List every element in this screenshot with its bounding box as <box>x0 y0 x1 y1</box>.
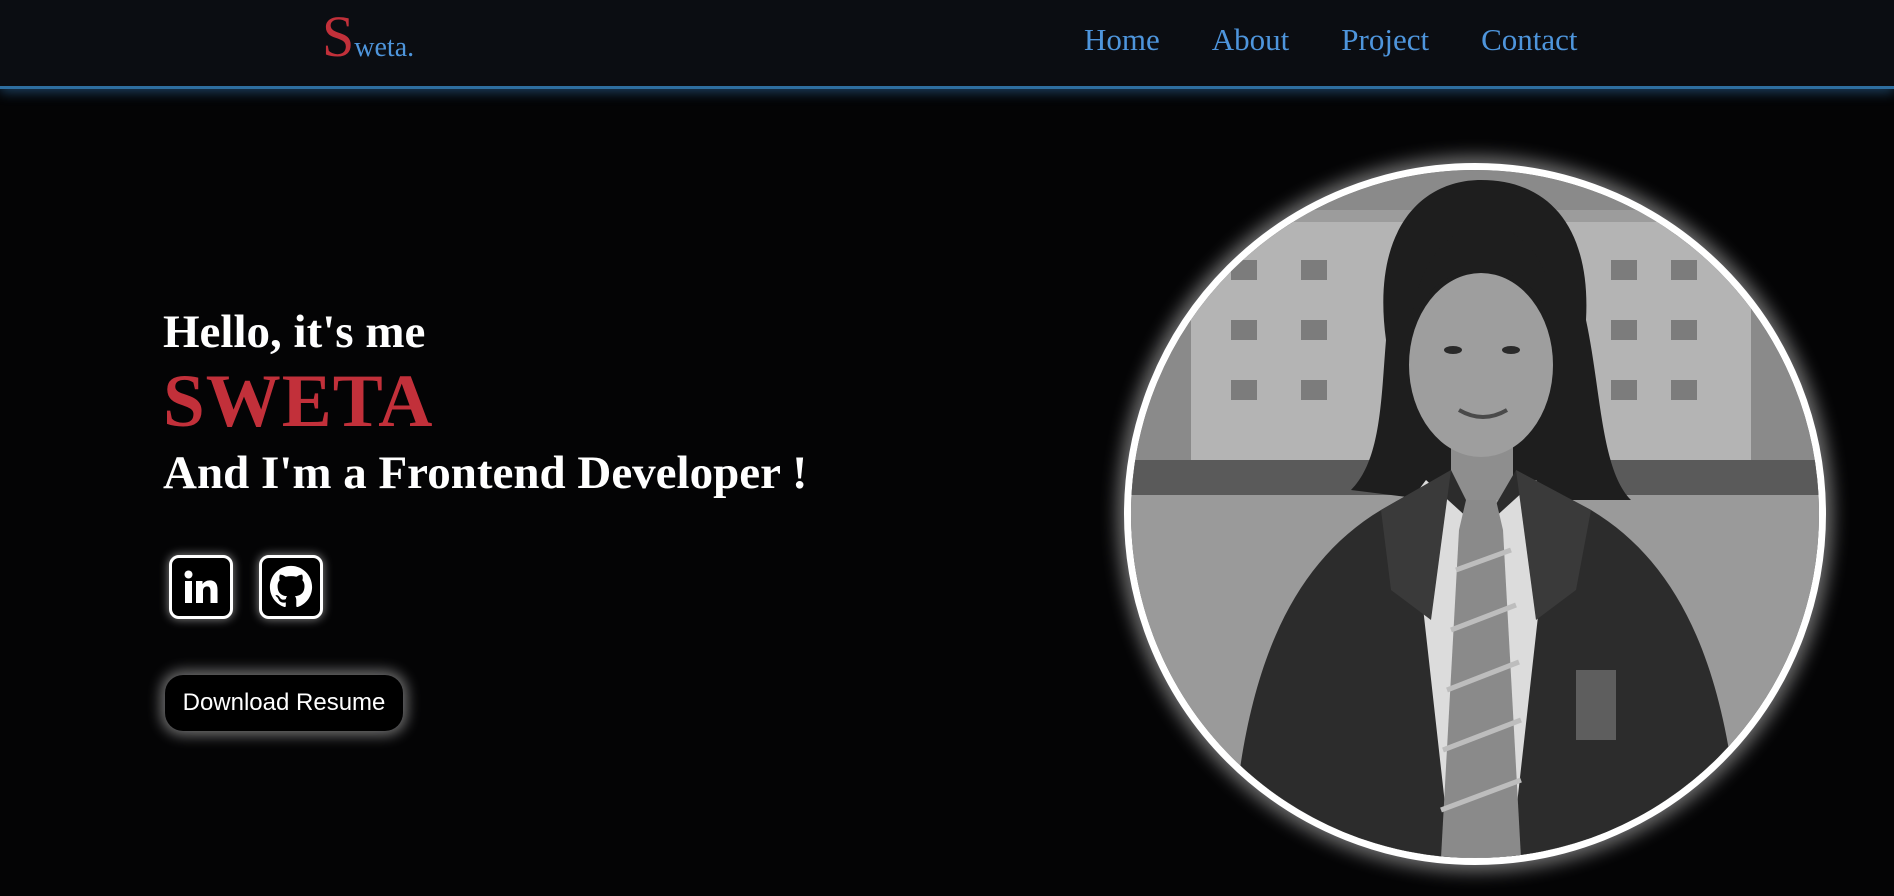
logo-text: weta. <box>354 32 415 63</box>
nav-contact[interactable]: Contact <box>1481 22 1577 58</box>
logo-initial: S <box>322 4 355 69</box>
social-links <box>169 555 323 619</box>
site-header: Sweta. Home About Project Contact <box>0 0 1894 89</box>
hero-name: SWETA <box>163 360 434 443</box>
profile-photo <box>1124 163 1826 865</box>
hero-text: Hello, it's me SWETA And I'm a Frontend … <box>163 302 808 504</box>
linkedin-link[interactable] <box>169 555 233 619</box>
nav-home[interactable]: Home <box>1084 22 1160 58</box>
hero-greeting: Hello, it's me <box>163 306 426 358</box>
main-nav: Home About Project Contact <box>1084 22 1578 58</box>
nav-project[interactable]: Project <box>1341 22 1429 58</box>
download-resume-button[interactable]: Download Resume <box>165 675 403 731</box>
hero-tagline: And I'm a Frontend Developer ! <box>163 447 808 499</box>
github-link[interactable] <box>259 555 323 619</box>
linkedin-icon <box>184 570 218 603</box>
profile-photo-illustration <box>1131 170 1819 858</box>
github-icon <box>269 565 313 608</box>
site-logo[interactable]: Sweta. <box>322 8 414 66</box>
nav-about[interactable]: About <box>1212 22 1290 58</box>
